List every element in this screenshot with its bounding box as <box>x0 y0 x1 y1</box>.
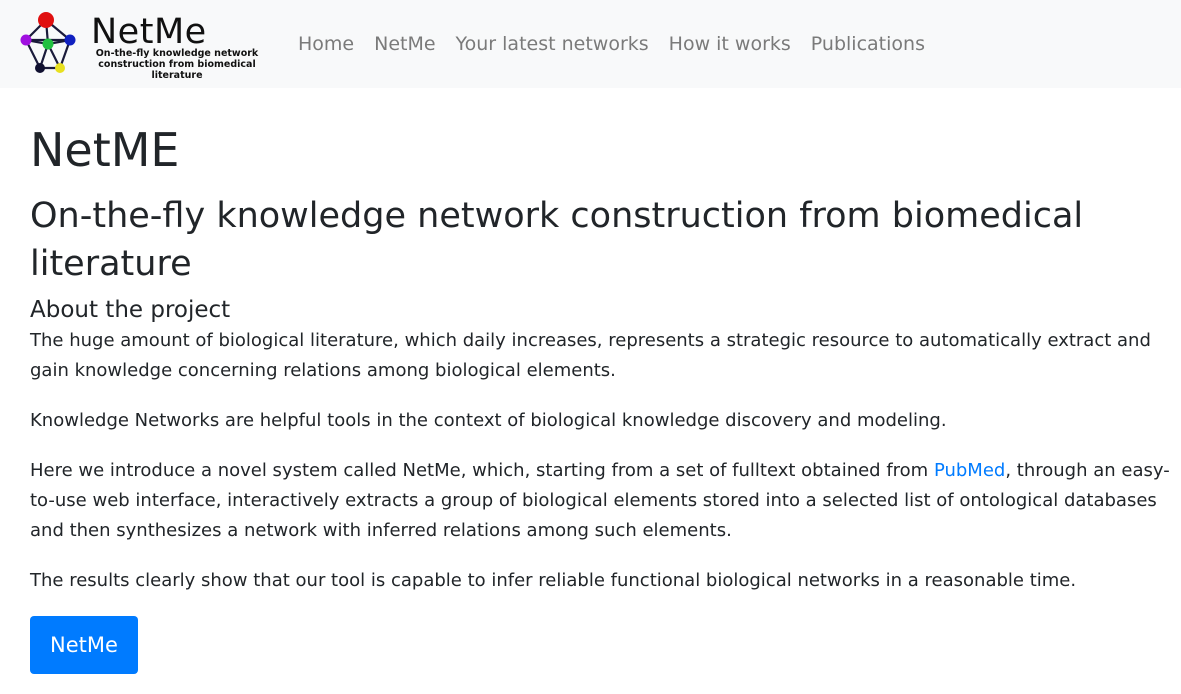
about-paragraph-2: Knowledge Networks are helpful tools in … <box>30 410 947 431</box>
nav-links: Home NetMe Your latest networks How it w… <box>288 30 935 58</box>
nav-link-home[interactable]: Home <box>288 30 364 58</box>
nav-link-latest-networks[interactable]: Your latest networks <box>446 30 659 58</box>
about-heading: About the project <box>30 297 231 323</box>
page-title: NetME <box>30 123 180 177</box>
brand-logo-link[interactable]: NetMe On-the-fly knowledge network const… <box>16 8 278 81</box>
brand-tagline-line1: On-the-fly knowledge network <box>95 48 259 59</box>
page-subtitle: On-the-fly knowledge network constructio… <box>30 196 1084 284</box>
brand-tagline: On-the-fly knowledge network constructio… <box>72 48 282 81</box>
navbar: NetMe On-the-fly knowledge network const… <box>0 0 1181 88</box>
brand-name: NetMe <box>91 12 207 52</box>
brand-tagline-line2: construction from biomedical literature <box>98 59 256 81</box>
nav-link-netme[interactable]: NetMe <box>364 30 445 58</box>
netme-button[interactable]: NetMe <box>30 616 138 674</box>
about-paragraph-1: The huge amount of biological literature… <box>30 330 1151 381</box>
paragraph-3-text-before: Here we introduce a novel system called … <box>30 460 934 481</box>
about-paragraph-4: The results clearly show that our tool i… <box>30 570 1077 591</box>
about-paragraph-3: Here we introduce a novel system called … <box>30 456 1170 546</box>
nav-link-how-it-works[interactable]: How it works <box>659 30 801 58</box>
pubmed-link[interactable]: PubMed <box>934 460 1005 481</box>
main-content: NetME On-the-fly knowledge network const… <box>30 120 1170 674</box>
nav-link-publications[interactable]: Publications <box>801 30 935 58</box>
network-logo-icon <box>20 12 76 73</box>
